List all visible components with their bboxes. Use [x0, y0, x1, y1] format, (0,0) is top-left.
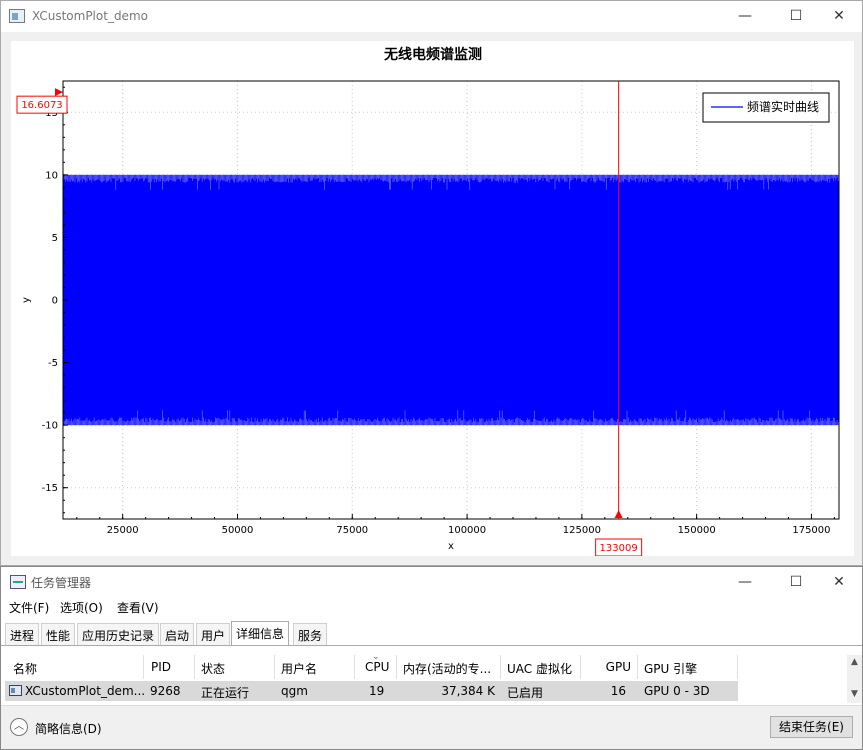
brief-info-link[interactable]: 简略信息(D)	[35, 720, 102, 737]
minimize-button[interactable]: —	[722, 1, 768, 31]
tm-maximize-button[interactable]: ☐	[773, 567, 819, 597]
window-title: XCustomPlot_demo	[32, 9, 148, 23]
series-band	[62, 174, 839, 426]
col-cpu-label: CPU	[365, 660, 390, 674]
cursor-y-arrow-icon	[55, 88, 63, 97]
series-band-fill	[63, 174, 839, 426]
col-cpu[interactable]: CPU ⌄	[355, 655, 397, 679]
cell-status: 正在运行	[201, 686, 250, 700]
task-manager-icon	[10, 575, 26, 589]
tab-performance[interactable]: 性能	[41, 623, 76, 645]
cursor-x-label: 133009	[600, 543, 638, 554]
task-manager-titlebar[interactable]: 任务管理器 — ☐ ✕	[1, 567, 862, 597]
scroll-up-icon[interactable]: ▲	[847, 655, 862, 670]
legend-label: 频谱实时曲线	[747, 99, 819, 114]
y-tick-label: -15	[42, 483, 58, 494]
chevron-up-icon[interactable]: ︿	[10, 718, 28, 736]
cell-cpu: 19	[369, 684, 385, 698]
x-tick-label: 150000	[678, 525, 716, 536]
tab-divider	[1, 645, 862, 646]
close-button[interactable]: ✕	[816, 1, 862, 31]
col-username[interactable]: 用户名	[275, 655, 355, 679]
y-tick-label: 10	[45, 170, 58, 181]
chart-title: 无线电频谱监测	[383, 46, 482, 63]
menu-file[interactable]: 文件(F)	[9, 599, 49, 616]
y-axis-label: y	[21, 297, 32, 303]
cell-gpu: 16	[610, 684, 626, 698]
tm-close-button[interactable]: ✕	[816, 567, 862, 597]
tab-users[interactable]: 用户	[196, 623, 231, 645]
menu-view[interactable]: 查看(V)	[117, 599, 159, 616]
plot-window: XCustomPlot_demo — ☐ ✕ 无线电频谱监测 25000 5000…	[0, 0, 863, 566]
col-gpu[interactable]: GPU	[581, 655, 638, 679]
chart-legend[interactable]: 频谱实时曲线	[702, 92, 830, 123]
maximize-button[interactable]: ☐	[773, 1, 819, 31]
cell-user: qgm	[281, 684, 308, 698]
tab-app-history[interactable]: 应用历史记录	[77, 623, 160, 645]
x-axis-label: x	[448, 541, 454, 552]
cell-uac: 已启用	[507, 686, 544, 700]
y-tick-label: 0	[52, 296, 58, 307]
table-row[interactable]: XCustomPlot_dem... 9268 正在运行 qgm 19 37,3…	[5, 681, 738, 701]
y-tick-label: 5	[52, 233, 58, 244]
col-pid[interactable]: PID	[144, 655, 195, 679]
tab-details[interactable]: 详细信息	[231, 621, 290, 646]
table-scrollbar[interactable]: ▲ ▼	[847, 655, 862, 703]
cell-gpu-engine: GPU 0 - 3D	[644, 684, 710, 698]
x-tick-label: 175000	[792, 525, 830, 536]
sort-chevron-icon: ⌄	[372, 655, 380, 662]
cursor-y-label: 16.6073	[21, 100, 62, 111]
scroll-down-icon[interactable]: ▼	[847, 687, 862, 702]
tab-startup[interactable]: 启动	[160, 623, 195, 645]
col-gpu-engine[interactable]: GPU 引擎	[638, 655, 738, 679]
app-icon	[9, 9, 25, 23]
y-tick-label: -5	[48, 358, 58, 369]
y-tick-label: -10	[42, 421, 58, 432]
tm-minimize-button[interactable]: —	[722, 567, 768, 597]
cell-memory: 37,384 K	[441, 684, 495, 698]
cell-pid: 9268	[150, 684, 181, 698]
col-uac[interactable]: UAC 虚拟化	[501, 655, 581, 679]
task-manager-window: 任务管理器 — ☐ ✕ 文件(F) 选项(O) 查看(V) 进程 性能 应用历史…	[0, 566, 863, 750]
col-memory[interactable]: 内存(活动的专...	[397, 655, 501, 679]
process-icon	[9, 685, 22, 696]
footer-bar: ︿ 简略信息(D) 结束任务(E)	[1, 705, 862, 749]
cursor-x-arrow-icon	[614, 510, 623, 518]
plot-area[interactable]: 无线电频谱监测 25000 50000 75000 100000 125000 15000…	[11, 41, 854, 557]
tab-services[interactable]: 服务	[293, 623, 328, 645]
plot-window-titlebar[interactable]: XCustomPlot_demo — ☐ ✕	[1, 1, 862, 32]
cell-name: XCustomPlot_dem...	[25, 684, 146, 698]
menu-options[interactable]: 选项(O)	[60, 599, 103, 616]
x-tick-label: 75000	[336, 525, 368, 536]
tab-processes[interactable]: 进程	[5, 623, 40, 645]
task-manager-title: 任务管理器	[31, 576, 92, 590]
x-tick-label: 50000	[222, 525, 254, 536]
col-name[interactable]: 名称	[5, 655, 144, 679]
col-status[interactable]: 状态	[195, 655, 275, 679]
x-tick-label: 100000	[448, 525, 486, 536]
end-task-button[interactable]: 结束任务(E)	[770, 716, 853, 738]
x-tick-label: 25000	[107, 525, 139, 536]
spectrum-chart[interactable]: 无线电频谱监测 25000 50000 75000 100000 125000 15000…	[11, 41, 854, 557]
x-tick-label: 125000	[563, 525, 601, 536]
